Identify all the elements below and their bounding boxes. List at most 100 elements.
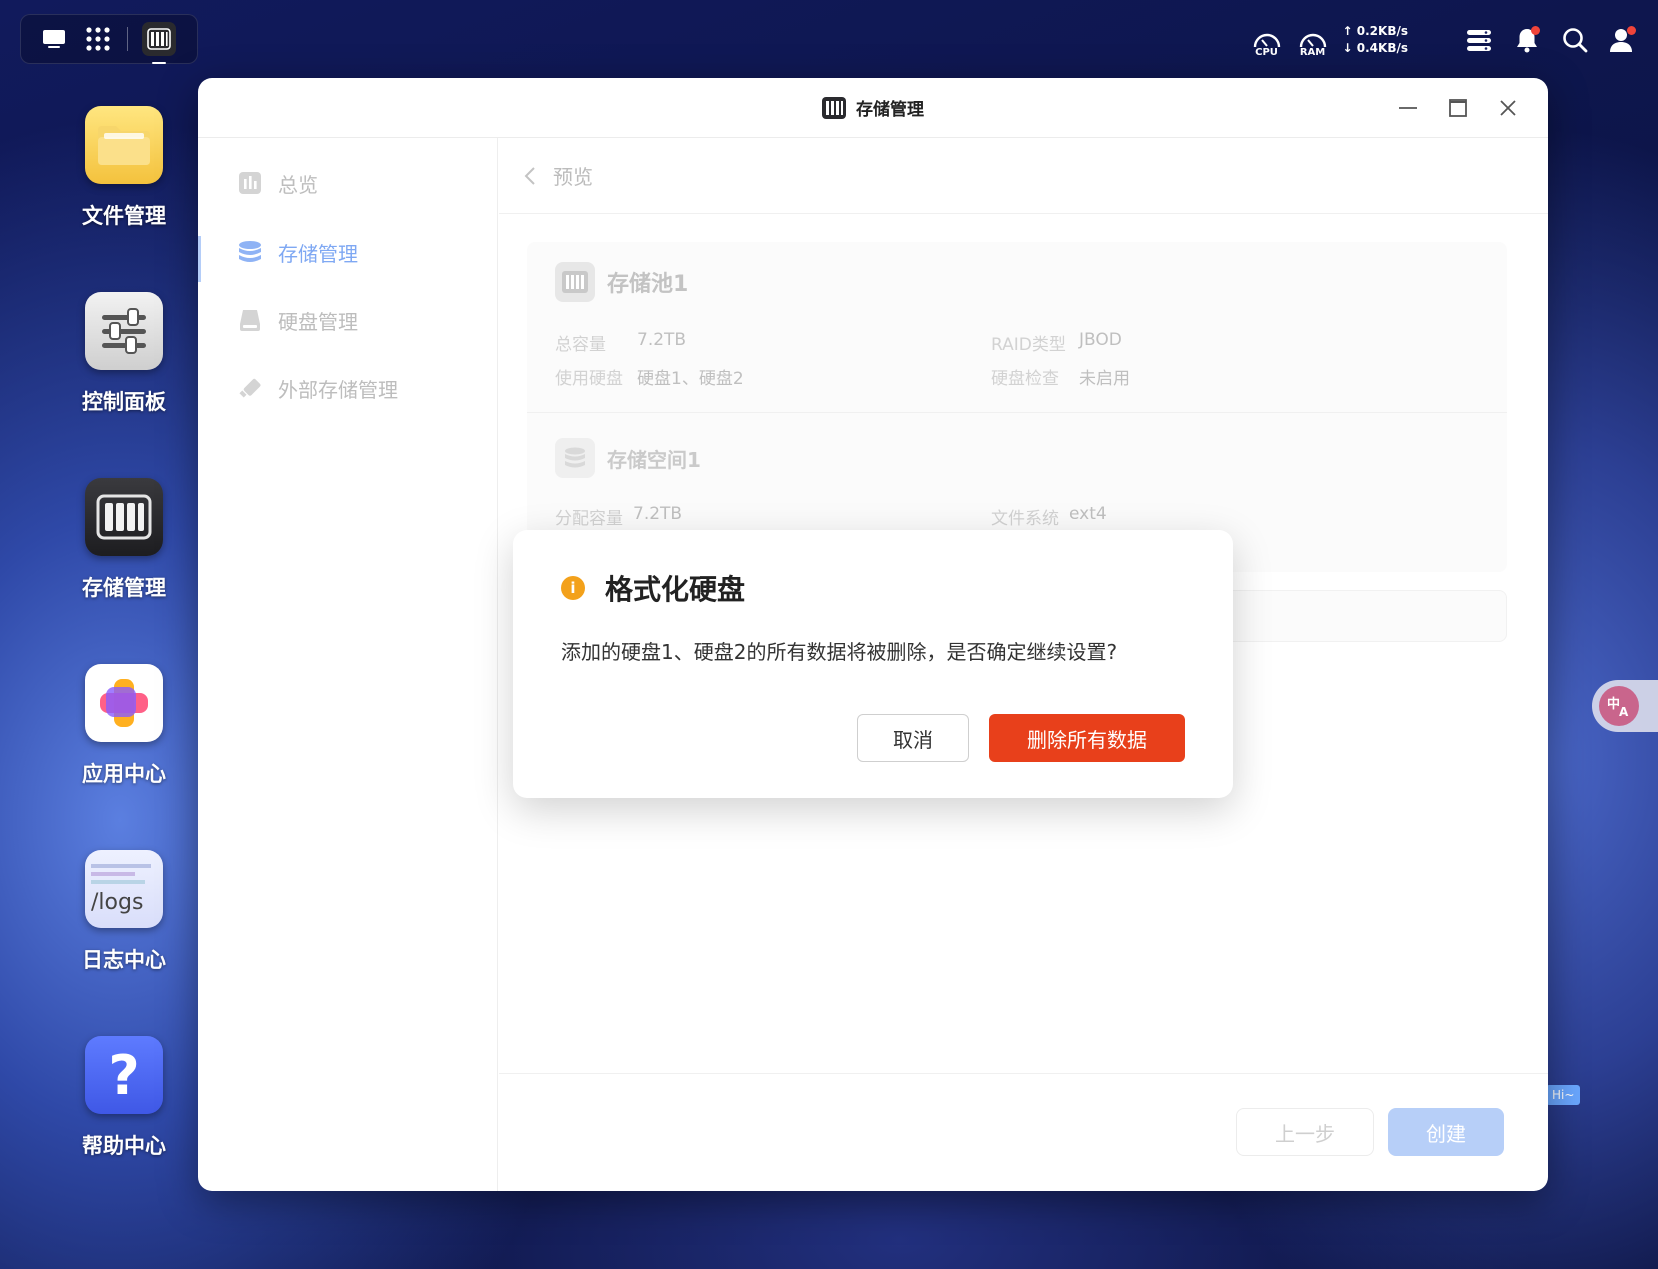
window-titlebar[interactable]: 存储管理: [198, 78, 1548, 138]
log-line: [91, 871, 135, 876]
help-icon: ?: [85, 1036, 163, 1114]
taskbar-left: [20, 14, 198, 64]
taskbar-storage-app[interactable]: [142, 22, 176, 64]
used-disks-label: 使用硬盘: [555, 369, 623, 389]
alloc-value: 7.2TB: [633, 504, 683, 524]
pool-title: 存储池1: [607, 272, 689, 297]
storage-pool-icon: [555, 262, 595, 302]
download-speed: ↓ 0.4KB/s: [1342, 41, 1408, 55]
preview-card: 存储池1 总容量 7.2TB RAID类型 JBOD 使用硬盘 硬盘1、硬盘2 …: [527, 242, 1507, 572]
chart-icon: [239, 172, 261, 194]
breadcrumb-label: 预览: [553, 165, 593, 189]
cpu-gauge[interactable]: CPU: [1251, 22, 1283, 58]
sidebar-item-label: 外部存储管理: [278, 377, 398, 402]
svg-text:A: A: [1619, 705, 1629, 718]
space-title: 存储空间1: [607, 447, 701, 472]
dock-label: 存储管理: [82, 576, 166, 600]
sliders-icon: [85, 292, 163, 370]
sidebar-item-external[interactable]: 外部存储管理: [238, 368, 398, 408]
dock-app-center[interactable]: 应用中心: [70, 664, 178, 788]
dialog-message: 添加的硬盘1、硬盘2的所有数据将被删除，是否确定继续设置?: [561, 640, 1118, 664]
dialog-title: 格式化硬盘: [605, 573, 746, 606]
sidebar-item-label: 硬盘管理: [278, 309, 358, 334]
logs-icon-text: /logs: [91, 889, 144, 915]
dock-label: 日志中心: [82, 948, 166, 972]
dock-file-manager[interactable]: 文件管理: [70, 106, 178, 230]
maximize-icon[interactable]: [1446, 96, 1470, 120]
create-button[interactable]: 创建: [1388, 1108, 1504, 1156]
previous-step-button[interactable]: 上一步: [1236, 1108, 1374, 1156]
storage-icon: [147, 28, 171, 50]
dock-label: 帮助中心: [82, 1134, 166, 1158]
chevron-left-icon: [524, 166, 535, 185]
dialog-header: i 格式化硬盘: [561, 568, 745, 608]
system-tray: CPU RAM ↑ 0.2KB/s ↓ 0.4KB/s: [1251, 18, 1640, 62]
cancel-button[interactable]: 取消: [857, 714, 969, 762]
translate-widget[interactable]: 中A: [1592, 680, 1658, 732]
user-badge: [1627, 26, 1636, 35]
total-capacity-label: 总容量: [555, 335, 606, 355]
log-line: [91, 863, 151, 868]
total-capacity-value: 7.2TB: [637, 330, 687, 350]
dock-label: 应用中心: [82, 762, 166, 786]
delete-all-data-button[interactable]: 删除所有数据: [989, 714, 1185, 762]
taskbar-divider: [127, 27, 128, 51]
sidebar-active-indicator: [198, 236, 201, 282]
notification-bell-icon[interactable]: [1510, 23, 1544, 57]
cpu-gauge-icon: [1253, 33, 1280, 48]
pool-header: 存储池1: [555, 262, 688, 302]
sidebar-item-label: 总览: [278, 172, 318, 197]
search-icon[interactable]: [1558, 23, 1592, 57]
task-list-icon[interactable]: [1462, 23, 1496, 57]
sidebar-item-disks[interactable]: 硬盘管理: [238, 300, 358, 340]
assistant-hi-tag[interactable]: Hi~: [1546, 1085, 1581, 1105]
raid-type-value: JBOD: [1079, 330, 1122, 350]
show-desktop-icon[interactable]: [39, 24, 69, 54]
log-line: [91, 879, 145, 884]
window-controls: [1396, 78, 1520, 138]
dock-log-center[interactable]: /logs 日志中心: [70, 850, 178, 974]
translate-icon[interactable]: 中A: [1599, 686, 1639, 726]
info-warning-icon: i: [561, 576, 585, 600]
user-avatar-icon[interactable]: [1606, 23, 1640, 57]
dock-control-panel[interactable]: 控制面板: [70, 292, 178, 416]
storage-space-icon: [555, 438, 595, 478]
app-grid-icon[interactable]: [83, 24, 113, 54]
upload-speed: ↑ 0.2KB/s: [1342, 24, 1408, 38]
sidebar: 总览 存储管理 硬盘管理 外部存储管理: [198, 138, 498, 1191]
window-title: 存储管理: [856, 100, 924, 120]
breadcrumb[interactable]: 预览: [499, 138, 1548, 214]
ram-label: RAM: [1299, 47, 1326, 58]
app-center-icon: [85, 664, 163, 742]
dock-label: 文件管理: [82, 204, 166, 228]
sidebar-item-overview[interactable]: 总览: [238, 163, 318, 203]
logs-icon: /logs: [85, 850, 163, 928]
wizard-footer: 上一步 创建: [499, 1073, 1548, 1191]
fs-value: ext4: [1069, 504, 1107, 524]
card-divider: [527, 412, 1507, 413]
disk-icon: [240, 310, 260, 331]
space-header: 存储空间1: [555, 438, 701, 478]
minimize-icon[interactable]: [1396, 96, 1420, 120]
folder-icon: [85, 106, 163, 184]
raid-type-label: RAID类型: [991, 335, 1066, 355]
sidebar-item-label: 存储管理: [278, 241, 358, 266]
network-speed: ↑ 0.2KB/s ↓ 0.4KB/s: [1343, 23, 1408, 57]
storage-icon: [85, 478, 163, 556]
disk-check-label: 硬盘检查: [991, 369, 1059, 389]
dock-help-center[interactable]: ? 帮助中心: [70, 1036, 178, 1160]
dock-storage-manager[interactable]: 存储管理: [70, 478, 178, 602]
used-disks-value: 硬盘1、硬盘2: [637, 369, 744, 389]
ram-gauge[interactable]: RAM: [1297, 22, 1329, 58]
sidebar-item-storage[interactable]: 存储管理: [238, 232, 358, 272]
alloc-label: 分配容量: [555, 509, 623, 529]
dock-label: 控制面板: [82, 390, 166, 414]
ram-gauge-icon: [1299, 33, 1326, 48]
usb-icon: [239, 378, 261, 398]
help-icon-text: ?: [108, 1043, 140, 1107]
cpu-label: CPU: [1255, 47, 1278, 58]
fs-label: 文件系统: [991, 509, 1059, 529]
close-icon[interactable]: [1496, 96, 1520, 120]
notification-badge: [1531, 26, 1540, 35]
database-icon: [239, 241, 261, 262]
